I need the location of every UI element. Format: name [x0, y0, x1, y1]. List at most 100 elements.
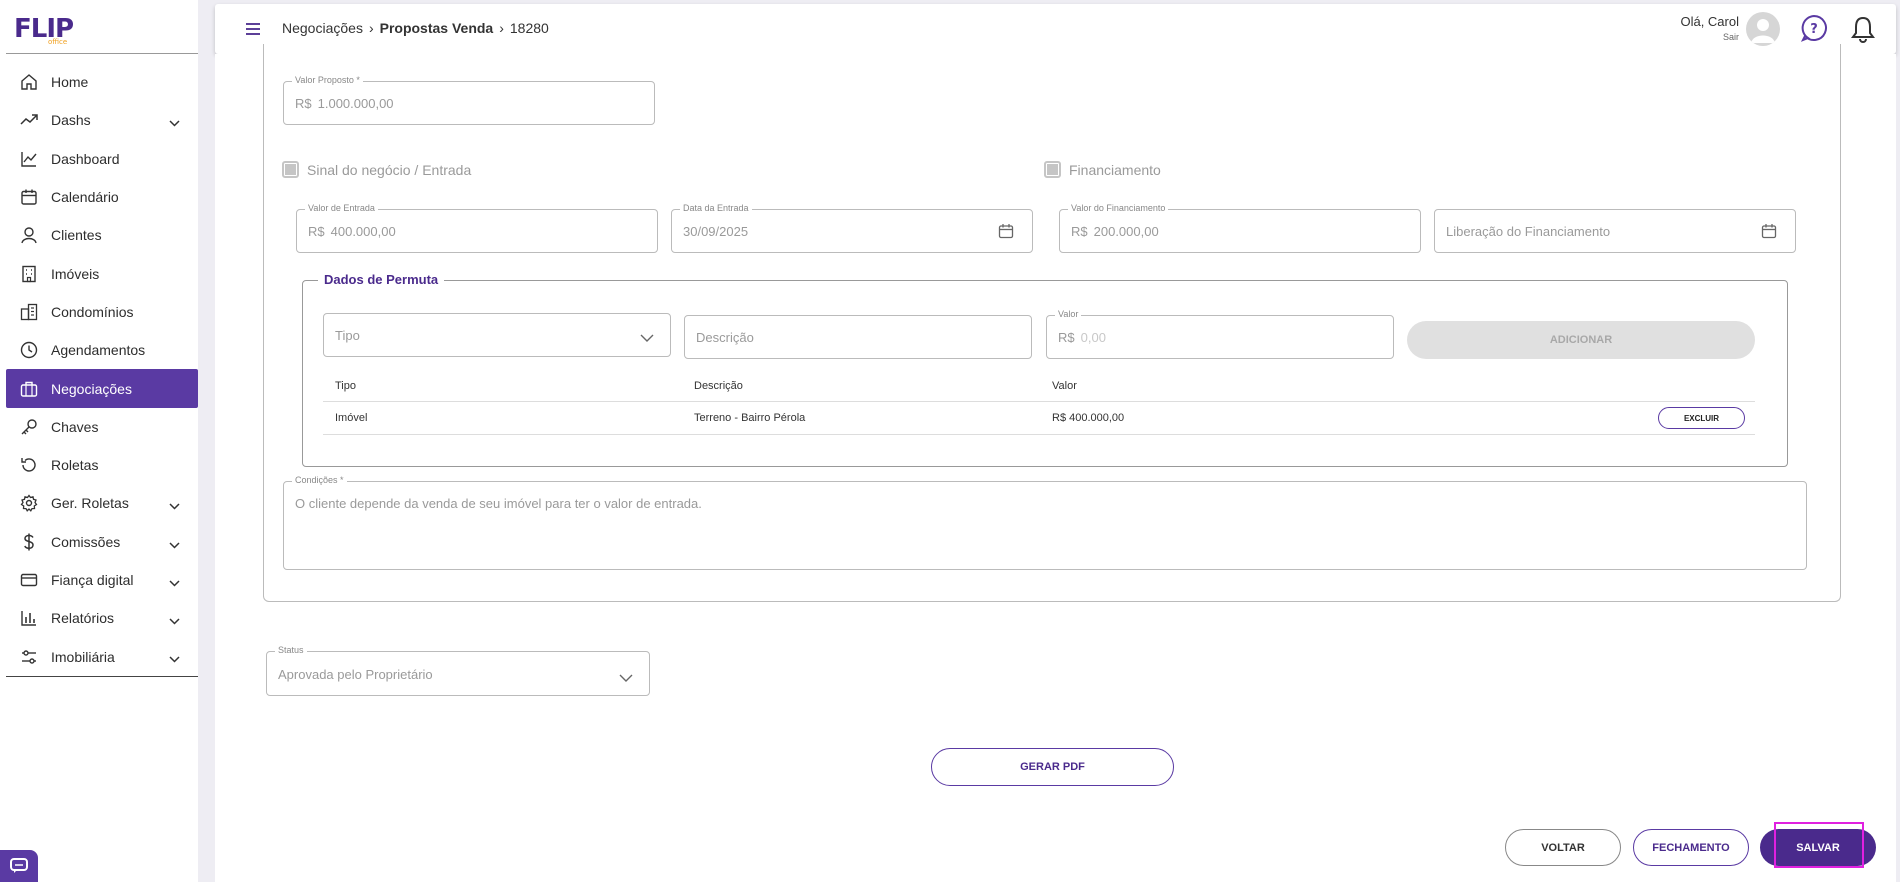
focus-highlight — [1774, 822, 1864, 868]
sidebar-item-agendamentos[interactable]: Agendamentos — [6, 331, 198, 369]
condicoes-textarea[interactable]: Condições * O cliente depende da venda d… — [283, 475, 1807, 570]
sidebar-item-dashboard[interactable]: Dashboard — [6, 140, 198, 178]
avatar[interactable] — [1746, 12, 1780, 46]
user-icon — [20, 226, 38, 244]
logo[interactable]: FLIP office — [14, 14, 74, 46]
sidebar-item-label: Clientes — [51, 227, 102, 244]
input-placeholder: Descrição — [696, 330, 754, 345]
permuta-valor-input[interactable]: Valor R$ 0,00 — [1046, 309, 1394, 359]
gear-icon — [20, 494, 38, 513]
data-entrada-field[interactable]: Data da Entrada 30/09/2025 — [671, 203, 1033, 253]
sidebar-item-relat-rios[interactable]: Relatórios — [6, 599, 198, 637]
closing-button[interactable]: FECHAMENTO — [1633, 829, 1749, 866]
financiamento-checkbox[interactable]: Financiamento — [1044, 161, 1161, 178]
field-label: Valor Proposto * — [292, 75, 363, 85]
liberacao-financiamento-field[interactable]: Liberação do Financiamento — [1434, 209, 1796, 253]
sinal-checkbox[interactable]: Sinal do negócio / Entrada — [282, 161, 471, 178]
calendar-icon[interactable] — [998, 223, 1014, 244]
help-icon: ? — [1800, 14, 1827, 42]
chevron-down-icon[interactable] — [169, 497, 180, 513]
tipo-select[interactable]: Tipo — [323, 313, 671, 357]
breadcrumb-item[interactable]: Negociações — [282, 20, 363, 36]
sidebar-item-chaves[interactable]: Chaves — [6, 408, 198, 446]
chevron-down-icon[interactable] — [169, 114, 180, 130]
sidebar-item-label: Comissões — [51, 533, 121, 550]
bar-chart-icon — [20, 609, 38, 627]
table-divider — [323, 434, 1755, 435]
sidebar-item-label: Fiança digital — [51, 572, 134, 588]
breadcrumb: Negociações › Propostas Venda › 18280 — [282, 20, 549, 36]
sidebar-item-ger-roletas[interactable]: Ger. Roletas — [6, 484, 198, 522]
checkbox-label: Financiamento — [1069, 161, 1161, 178]
line-chart-icon — [20, 150, 38, 168]
chevron-down-icon[interactable] — [169, 536, 180, 552]
field-label: Status — [275, 645, 307, 655]
table-divider — [323, 401, 1755, 402]
generate-pdf-button[interactable]: GERAR PDF — [931, 748, 1174, 786]
field-placeholder: Liberação do Financiamento — [1446, 224, 1611, 239]
chat-icon — [10, 858, 28, 873]
sidebar-item-imobili-ria[interactable]: Imobiliária — [6, 637, 198, 675]
sidebar-item-clientes[interactable]: Clientes — [6, 216, 198, 254]
select-placeholder: Tipo — [335, 328, 360, 343]
sidebar-item-label: Ger. Roletas — [51, 495, 129, 512]
field-value: Aprovada pelo Proprietário — [278, 667, 433, 682]
field-label: Valor de Entrada — [305, 203, 378, 213]
help-button[interactable]: ? — [1800, 14, 1828, 47]
sidebar-item-label: Dashboard — [51, 150, 120, 167]
sidebar-item-negocia-es[interactable]: Negociações — [6, 369, 198, 408]
hamburger-icon — [246, 23, 260, 35]
status-select[interactable]: Status Aprovada pelo Proprietário — [266, 645, 650, 696]
key-icon — [20, 418, 38, 436]
sidebar-item-dashs[interactable]: Dashs — [6, 101, 198, 139]
building-icon — [20, 265, 38, 283]
chevron-down-icon — [640, 330, 654, 348]
sidebar-item-calend-rio[interactable]: Calendário — [6, 178, 198, 216]
sidebar-item-condom-nios[interactable]: Condomínios — [6, 293, 198, 331]
cell-tipo: Imóvel — [335, 412, 368, 424]
valor-proposto-field[interactable]: Valor Proposto * R$ 1.000.000,00 — [283, 75, 655, 125]
add-button[interactable]: ADICIONAR — [1407, 321, 1755, 359]
sidebar-item-im-veis[interactable]: Imóveis — [6, 254, 198, 292]
menu-toggle[interactable] — [245, 22, 261, 41]
checkbox-label: Sinal do negócio / Entrada — [307, 161, 472, 178]
user-greeting: Olá, Carol Sair — [1680, 14, 1739, 42]
sidebar-item-comiss-es[interactable]: Comissões — [6, 523, 198, 561]
checkbox-box[interactable] — [1044, 161, 1061, 178]
breadcrumb-item: 18280 — [509, 20, 549, 36]
notifications-button[interactable] — [1850, 15, 1876, 48]
divider — [6, 676, 198, 677]
breadcrumb-item[interactable]: Propostas Venda — [380, 20, 494, 36]
field-label: Data da Entrada — [680, 203, 752, 213]
chevron-down-icon[interactable] — [169, 612, 180, 628]
calendar-icon[interactable] — [1761, 223, 1777, 244]
valor-financiamento-field[interactable]: Valor do Financiamento R$ 200.000,00 — [1059, 203, 1421, 253]
chat-button[interactable] — [0, 850, 38, 882]
valor-entrada-field[interactable]: Valor de Entrada R$ 400.000,00 — [296, 203, 658, 253]
logout-link[interactable]: Sair — [1680, 32, 1739, 42]
sidebar-item-label: Imóveis — [51, 265, 100, 282]
sidebar-item-roletas[interactable]: Roletas — [6, 446, 198, 484]
sidebar-item-label: Chaves — [51, 418, 99, 435]
briefcase-icon — [20, 380, 38, 398]
column-header: Tipo — [335, 380, 356, 392]
descricao-input[interactable]: Descrição — [684, 315, 1032, 359]
checkbox-box[interactable] — [282, 161, 299, 178]
sidebar-item-fian-a-digital[interactable]: Fiança digital — [6, 561, 198, 599]
svg-text:?: ? — [1810, 22, 1818, 37]
permuta-section — [302, 280, 1788, 467]
back-button[interactable]: VOLTAR — [1505, 829, 1621, 866]
field-value: O cliente depende da venda de seu imóvel… — [295, 496, 702, 511]
breadcrumb-separator: › — [499, 20, 504, 36]
delete-button[interactable]: EXCLUIR — [1658, 407, 1745, 429]
sidebar-item-label: Home — [51, 74, 89, 91]
column-header: Valor — [1052, 380, 1077, 392]
chevron-down-icon — [619, 670, 633, 688]
chevron-down-icon[interactable] — [169, 650, 180, 666]
chevron-down-icon[interactable] — [169, 574, 180, 590]
sidebar-item-home[interactable]: Home — [6, 63, 198, 101]
sidebar-item-label: Negociações — [51, 380, 132, 397]
dollar-icon — [20, 533, 38, 551]
divider — [6, 53, 198, 54]
field-label: Condições * — [292, 475, 347, 485]
